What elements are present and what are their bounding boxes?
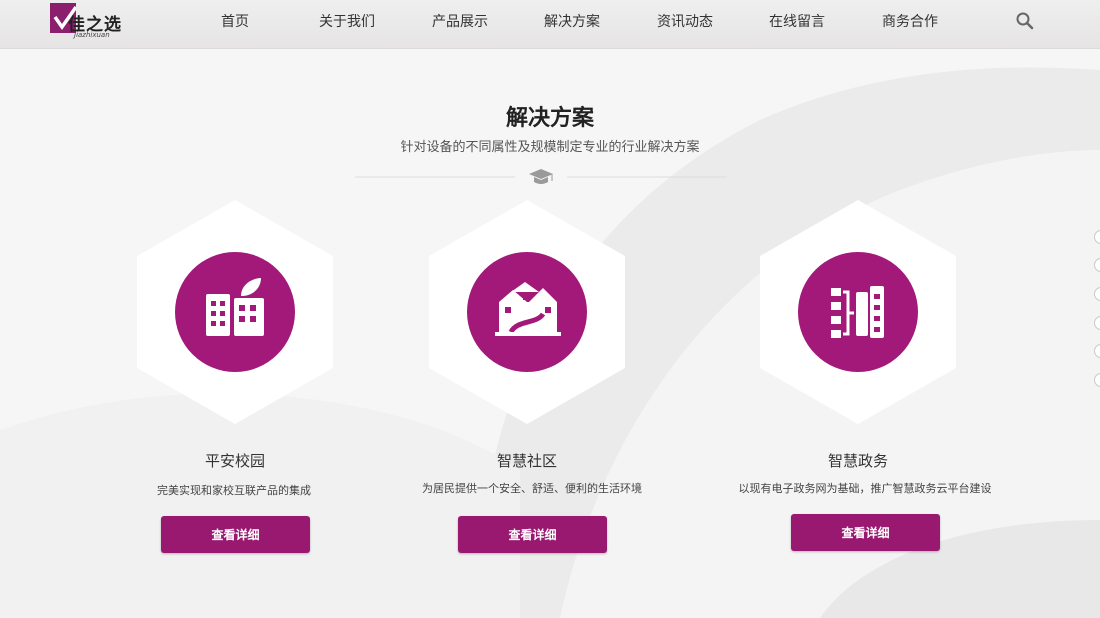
nav-solutions[interactable]: 解决方案 [544, 11, 600, 31]
nav-message[interactable]: 在线留言 [769, 11, 825, 31]
side-nav-dot[interactable] [1094, 373, 1100, 387]
nav-home[interactable]: 首页 [221, 11, 249, 31]
side-nav-dot[interactable] [1094, 287, 1100, 301]
card-title: 智慧社区 [496, 452, 557, 470]
side-nav-dot[interactable] [1094, 316, 1100, 330]
card-description: 为居民提供一个安全、舒适、便利的生活环境 [422, 482, 642, 495]
card-description: 以现有电子政务网为基础，推广智慧政务云平台建设 [738, 482, 992, 495]
graduation-cap-icon [529, 169, 553, 184]
view-details-button[interactable]: 查看详细 [458, 516, 607, 553]
section-subtitle: 针对设备的不同属性及规模制定专业的行业解决方案 [400, 140, 700, 155]
section-title: 解决方案 [505, 106, 594, 131]
campus-buildings-icon [175, 252, 295, 372]
nav-about[interactable]: 关于我们 [319, 11, 375, 31]
side-nav-dot[interactable] [1094, 230, 1100, 244]
card-title: 平安校园 [204, 452, 265, 470]
nav-news[interactable]: 资讯动态 [657, 11, 713, 31]
logo-subtitle: Jiazhixuan [74, 31, 110, 39]
site-logo[interactable]: 佳之选 Jiazhixuan [50, 3, 145, 41]
nav-business[interactable]: 商务合作 [882, 11, 938, 31]
top-navbar: 佳之选 Jiazhixuan 首页 关于我们 产品展示 解决方案 资讯动态 在线… [0, 0, 1100, 49]
side-nav-dot[interactable] [1094, 344, 1100, 358]
search-icon[interactable] [1015, 11, 1035, 31]
view-details-button[interactable]: 查看详细 [161, 516, 310, 553]
side-nav-dot[interactable] [1094, 258, 1100, 272]
card-title: 智慧政务 [827, 452, 888, 470]
view-details-button[interactable]: 查看详细 [791, 514, 940, 551]
title-divider [355, 169, 727, 184]
government-network-icon [798, 252, 918, 372]
community-houses-icon [467, 252, 587, 372]
nav-products[interactable]: 产品展示 [432, 11, 488, 31]
card-description: 完美实现和家校互联产品的集成 [157, 484, 311, 497]
